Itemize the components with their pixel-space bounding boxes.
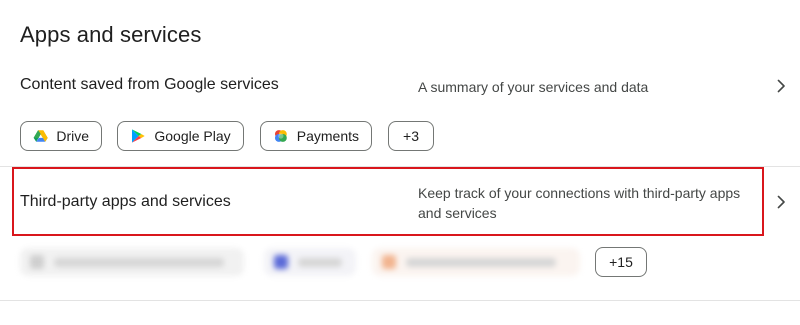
more-google-services-chip[interactable]: +3	[388, 121, 434, 151]
google-play-chip[interactable]: Google Play	[117, 121, 244, 151]
drive-chip[interactable]: Drive	[20, 121, 102, 151]
more-third-party-chip[interactable]: +15	[595, 247, 647, 277]
more-third-party-label: +15	[609, 254, 633, 270]
google-drive-icon	[33, 130, 48, 142]
google-play-icon	[132, 129, 146, 143]
section-divider	[0, 300, 800, 301]
blurred-app-chip[interactable]	[372, 248, 580, 276]
google-pay-icon	[274, 130, 287, 142]
chevron-right-icon[interactable]	[772, 77, 790, 95]
google-services-description: A summary of your services and data	[418, 79, 649, 95]
drive-chip-label: Drive	[56, 128, 89, 144]
chevron-right-icon[interactable]	[772, 193, 790, 211]
payments-chip-label: Payments	[296, 128, 359, 144]
highlight-annotation-box	[12, 167, 764, 236]
blurred-app-chip[interactable]	[20, 248, 244, 276]
more-google-services-label: +3	[403, 128, 419, 144]
google-services-title: Content saved from Google services	[20, 76, 279, 93]
page-title: Apps and services	[20, 22, 202, 47]
google-play-chip-label: Google Play	[154, 128, 231, 144]
payments-chip[interactable]: Payments	[260, 121, 372, 151]
blurred-app-chip[interactable]	[264, 248, 356, 276]
